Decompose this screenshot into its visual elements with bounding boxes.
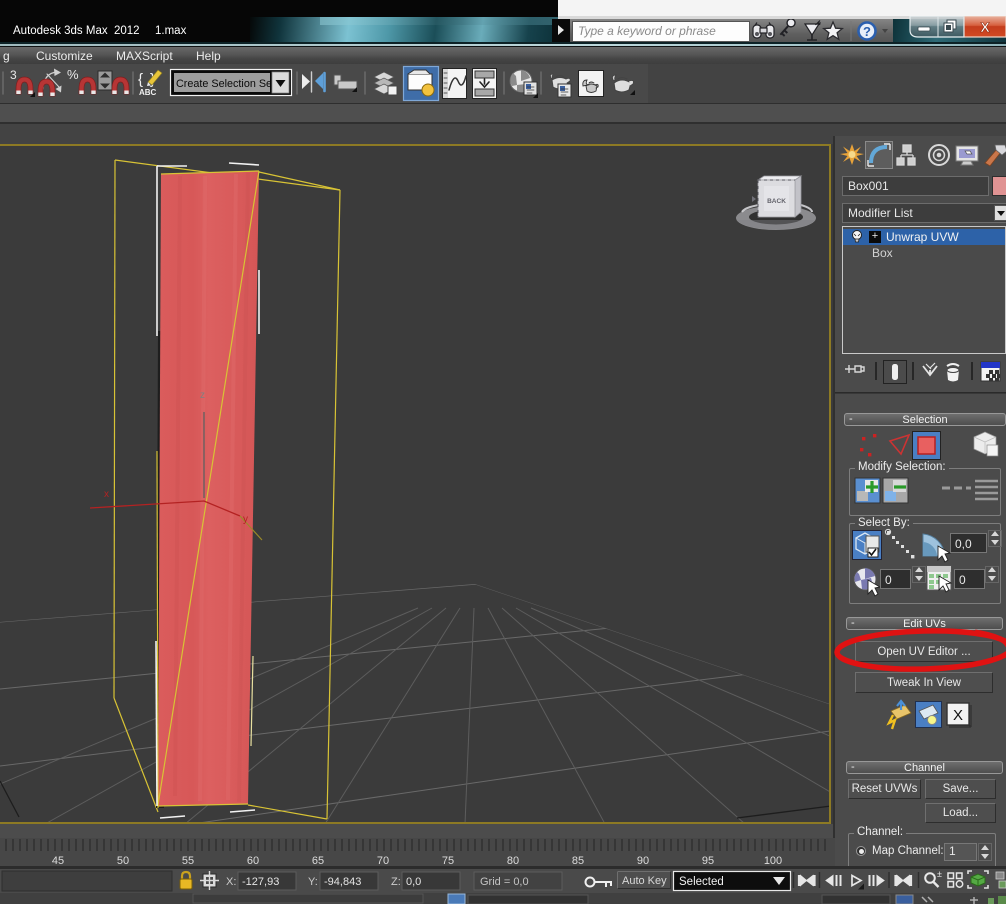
svg-text:95: 95 [702,855,714,867]
svg-text:Auto Key: Auto Key [622,875,667,887]
svg-text:50: 50 [117,855,129,867]
svg-text:Selected: Selected [679,876,724,888]
svg-text:3: 3 [10,68,17,82]
svg-text:Grid = 0,0: Grid = 0,0 [480,876,529,888]
svg-text:Create Selection Se: Create Selection Se [176,78,272,90]
svg-text:Z:: Z: [391,876,401,888]
svg-text:70: 70 [377,855,389,867]
svg-text:-94,843: -94,843 [324,876,361,888]
svg-text:85: 85 [572,855,584,867]
svg-text:90: 90 [637,855,649,867]
svg-text:100: 100 [764,855,782,867]
svg-text:y: y [243,514,248,525]
svg-text:75: 75 [442,855,454,867]
svg-text:Y:: Y: [308,876,318,888]
svg-text:80: 80 [507,855,519,867]
svg-text:0,0: 0,0 [955,537,972,551]
svg-text:-127,93: -127,93 [242,876,279,888]
svg-text:x: x [104,489,109,500]
svg-text:{: { [138,71,143,88]
svg-text:X: X [980,19,990,35]
svg-text:X: X [953,707,963,724]
svg-text:X:: X: [226,876,236,888]
svg-text:ABC: ABC [139,88,157,97]
svg-text:%: % [67,67,79,82]
svg-text:z: z [200,390,205,401]
svg-text:BACK: BACK [767,198,786,205]
svg-text:0: 0 [885,573,892,587]
svg-text:45: 45 [52,855,64,867]
svg-text:65: 65 [312,855,324,867]
svg-text:±: ± [937,869,942,879]
svg-text:?: ? [863,24,871,39]
svg-text:55: 55 [182,855,194,867]
svg-text:60: 60 [247,855,259,867]
svg-text:0: 0 [959,573,966,587]
svg-text:0,0: 0,0 [406,876,421,888]
